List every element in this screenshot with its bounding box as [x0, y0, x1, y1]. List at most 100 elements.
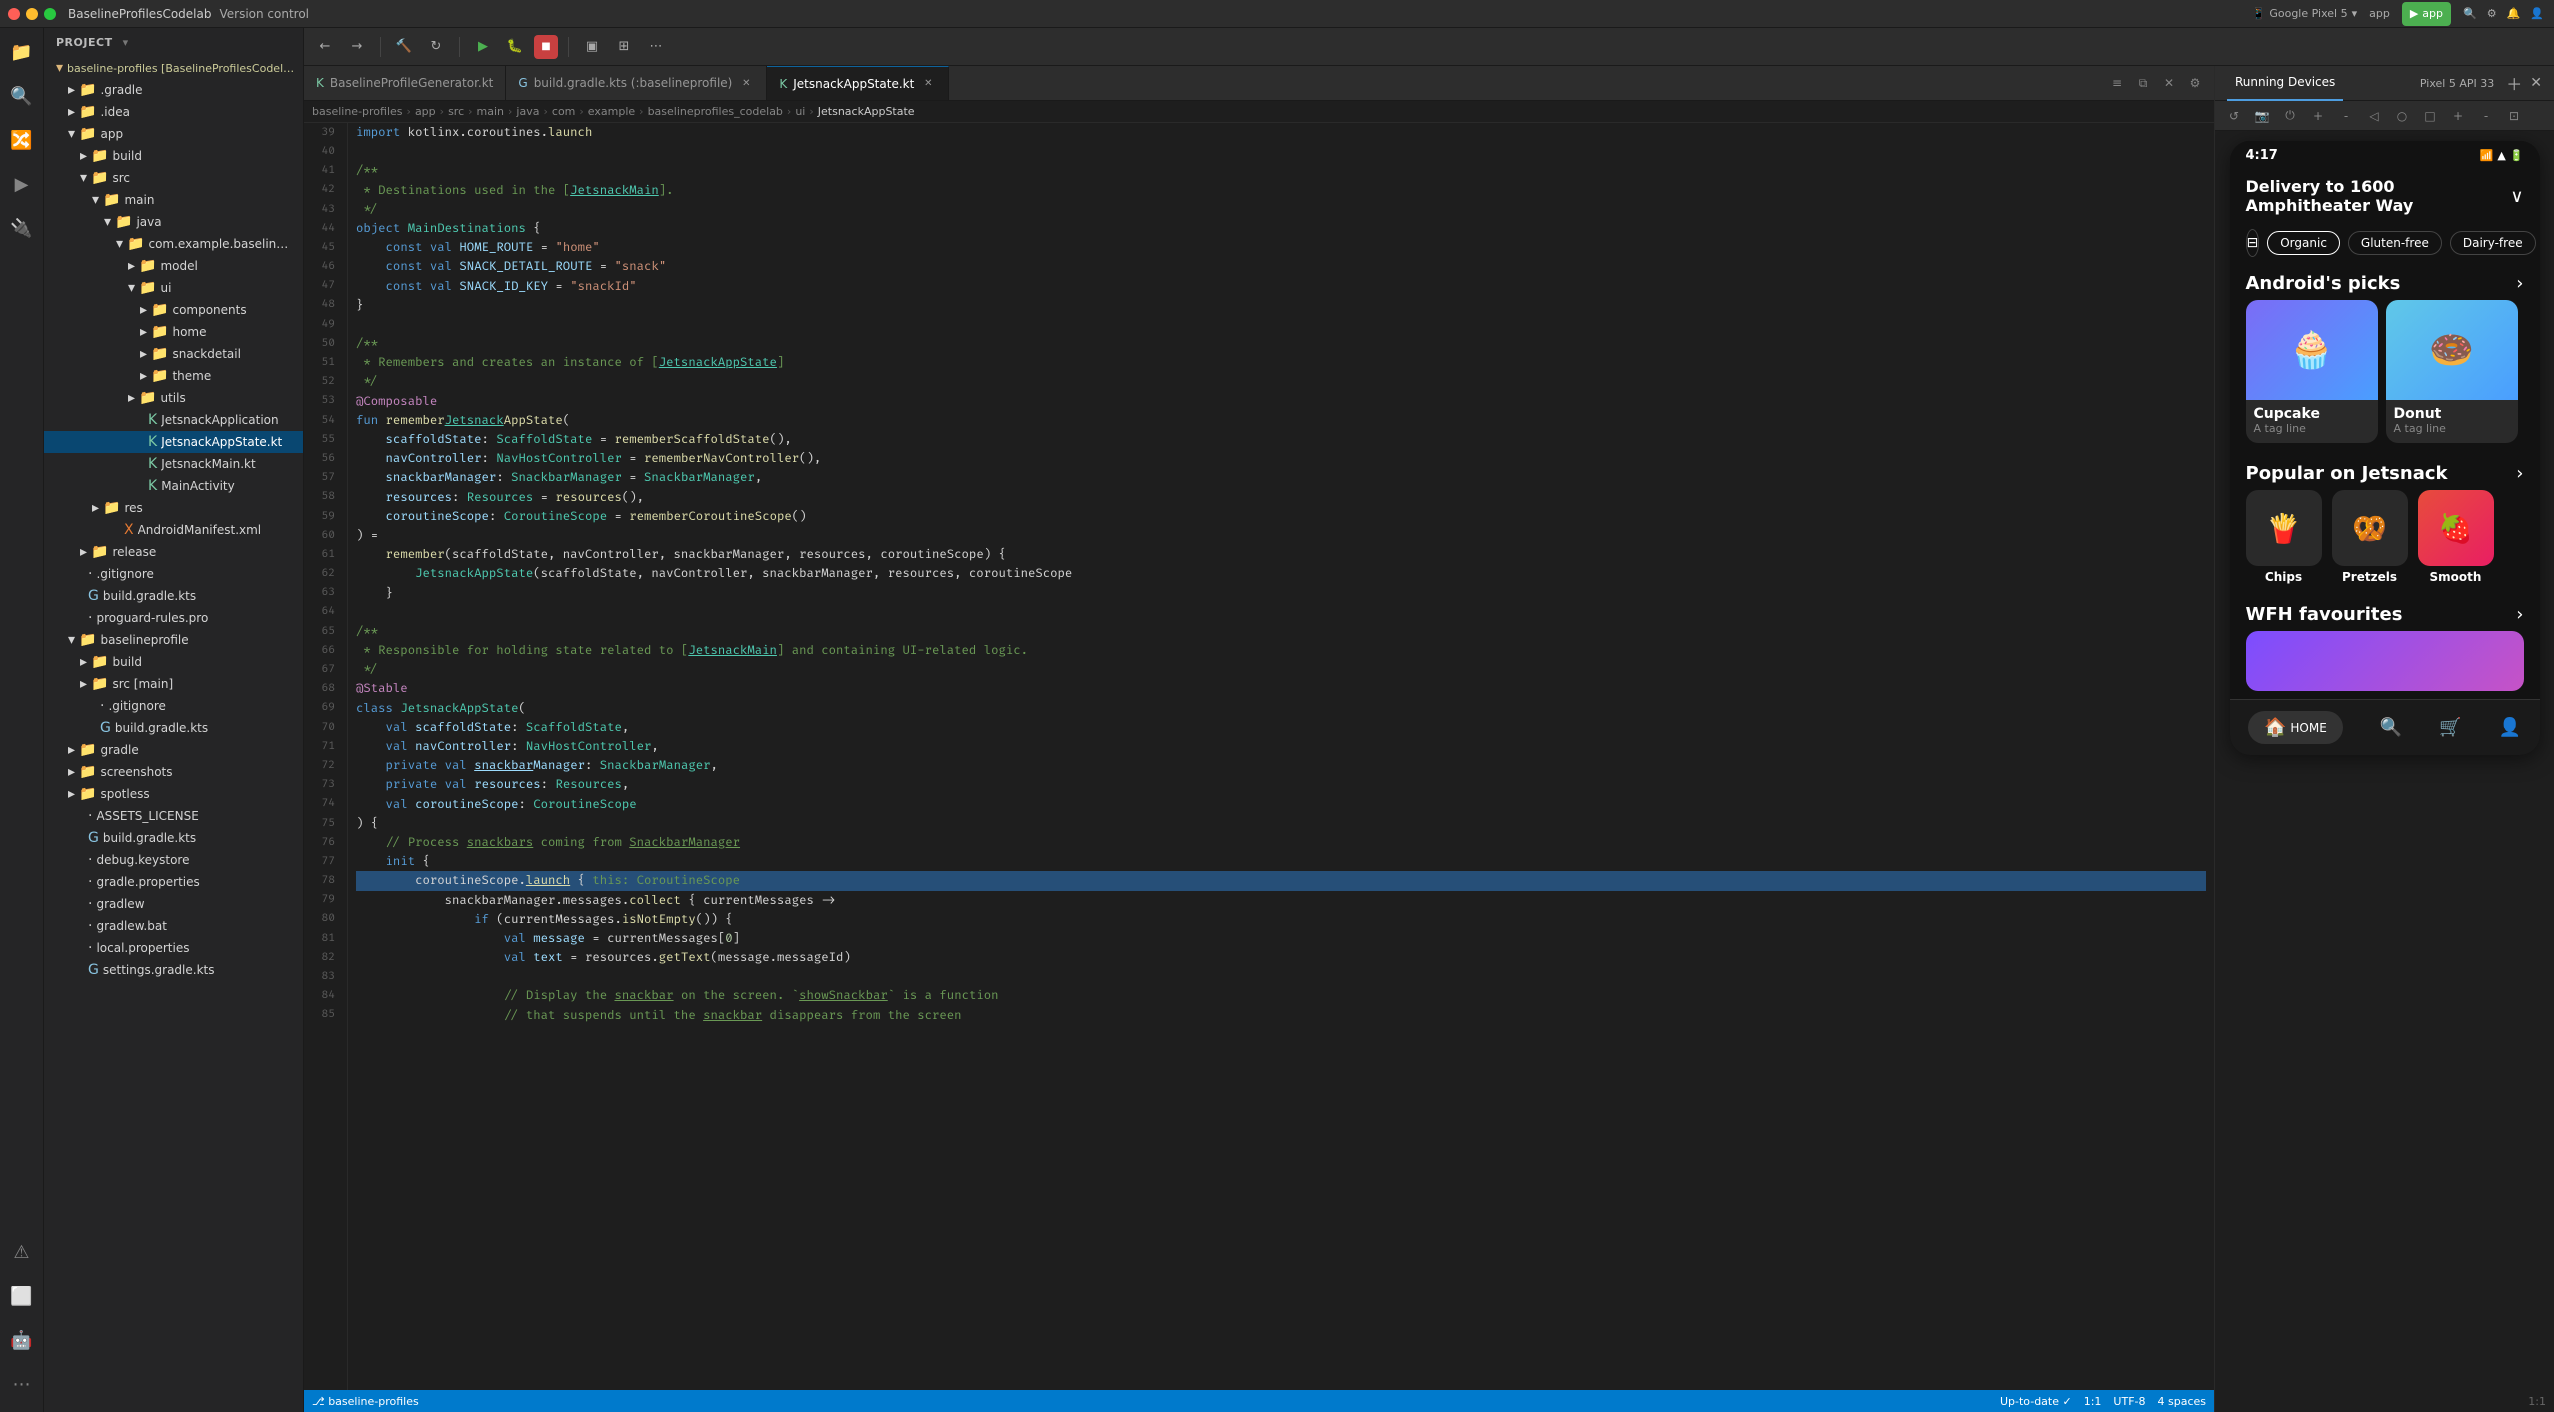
- explorer-icon[interactable]: 📁: [2, 32, 42, 72]
- tree-item-bp-gradle[interactable]: G build.gradle.kts: [44, 717, 303, 739]
- rd-back-btn[interactable]: ◁: [2363, 105, 2385, 127]
- layout-split2-icon[interactable]: ⊞: [611, 34, 637, 60]
- filter-chip-dairyfree[interactable]: Dairy-free: [2450, 231, 2536, 255]
- tree-item-idea[interactable]: ▸ 📁 .idea: [44, 101, 303, 123]
- tree-item-local-props[interactable]: · local.properties: [44, 937, 303, 959]
- rd-volume-down-btn[interactable]: -: [2335, 105, 2357, 127]
- close-button[interactable]: [8, 8, 20, 20]
- popular-item-chips[interactable]: 🍟 Chips: [2246, 490, 2322, 584]
- tree-item-gradlew[interactable]: · gradlew: [44, 893, 303, 915]
- nav-search[interactable]: 🔍: [2380, 717, 2402, 738]
- rd-power-btn[interactable]: ⏻: [2279, 105, 2301, 127]
- rd-device-selector[interactable]: Pixel 5 API 33 ＋ ✕: [2420, 71, 2542, 95]
- rd-rotate-btn[interactable]: ↺: [2223, 105, 2245, 127]
- tab-close-gradle[interactable]: ✕: [738, 75, 754, 91]
- android-icon[interactable]: 🤖: [2, 1320, 42, 1360]
- tree-item-app[interactable]: ▾ 📁 app: [44, 123, 303, 145]
- tree-item-jetsnackappstate[interactable]: K JetsnackAppState.kt: [44, 431, 303, 453]
- tree-item-mainactivity[interactable]: K MainActivity: [44, 475, 303, 497]
- tree-item-jetsnackapplication[interactable]: K JetsnackApplication: [44, 409, 303, 431]
- tree-item-androidmanifest[interactable]: X AndroidManifest.xml: [44, 519, 303, 541]
- project-dropdown-icon[interactable]: ▾: [123, 36, 129, 49]
- rd-zoom-in-btn[interactable]: +: [2447, 105, 2469, 127]
- rd-tab-running[interactable]: Running Devices: [2227, 66, 2343, 101]
- tree-item-bp-src[interactable]: ▸ 📁 src [main]: [44, 673, 303, 695]
- tree-item-java[interactable]: ▾ 📁 java: [44, 211, 303, 233]
- popular-arrow-icon[interactable]: ›: [2516, 463, 2523, 484]
- tree-item-screenshots[interactable]: ▸ 📁 screenshots: [44, 761, 303, 783]
- tree-item-ui[interactable]: ▾ 📁 ui: [44, 277, 303, 299]
- tree-item-proguard[interactable]: · proguard-rules.pro: [44, 607, 303, 629]
- tree-item-release[interactable]: ▸ 📁 release: [44, 541, 303, 563]
- featured-card-donut[interactable]: 🍩 Donut A tag line: [2386, 300, 2518, 443]
- tree-item-buildgradle[interactable]: G build.gradle.kts: [44, 585, 303, 607]
- tree-item-bp-gitignore[interactable]: · .gitignore: [44, 695, 303, 717]
- tree-item-gradle-props[interactable]: · gradle.properties: [44, 871, 303, 893]
- tree-item-root[interactable]: ▾ baseline-profiles [BaselineProfilesCod…: [44, 57, 303, 79]
- filter-chip-glutenfree[interactable]: Gluten-free: [2348, 231, 2442, 255]
- maximize-button[interactable]: [44, 8, 56, 20]
- delivery-chevron-icon[interactable]: ∨: [2510, 186, 2523, 207]
- back-button[interactable]: ←: [312, 34, 338, 60]
- tree-item-model[interactable]: ▸ 📁 model: [44, 255, 303, 277]
- tree-item-src[interactable]: ▾ 📁 src: [44, 167, 303, 189]
- featured-card-cupcake[interactable]: 🧁 Cupcake A tag line: [2246, 300, 2378, 443]
- tree-item-theme[interactable]: ▸ 📁 theme: [44, 365, 303, 387]
- avatar-icon[interactable]: 👤: [2530, 7, 2544, 20]
- split-editor-button[interactable]: ⧉: [2132, 72, 2154, 94]
- filter-chip-organic[interactable]: Organic: [2267, 231, 2340, 255]
- tree-item-settings-gradle[interactable]: G settings.gradle.kts: [44, 959, 303, 981]
- wfh-arrow-icon[interactable]: ›: [2516, 604, 2523, 625]
- terminal-icon[interactable]: ⬜: [2, 1276, 42, 1316]
- settings-tab-button[interactable]: ⚙: [2184, 72, 2206, 94]
- rd-volume-up-btn[interactable]: +: [2307, 105, 2329, 127]
- search-everywhere-icon[interactable]: 🔍: [2463, 7, 2477, 20]
- tree-item-utils[interactable]: ▸ 📁 utils: [44, 387, 303, 409]
- close-tabs-button[interactable]: ✕: [2158, 72, 2180, 94]
- minimize-button[interactable]: [26, 8, 38, 20]
- tree-item-gradle-hidden[interactable]: ▸ 📁 .gradle: [44, 79, 303, 101]
- run-button2[interactable]: ▶: [470, 34, 496, 60]
- tree-item-package[interactable]: ▾ 📁 com.example.baselineprofiles_codel: [44, 233, 303, 255]
- tab-list-button[interactable]: ≡: [2106, 72, 2128, 94]
- tab-close-appstate[interactable]: ✕: [920, 76, 936, 92]
- run-debug-icon[interactable]: ▶: [2, 164, 42, 204]
- run-button[interactable]: ▶ app: [2402, 2, 2451, 26]
- code-editor[interactable]: 39 40 41 42 43 44 45 46 47 48 49 50 51 5…: [304, 123, 2214, 1390]
- close-rd-icon[interactable]: ✕: [2530, 75, 2542, 91]
- popular-item-smooth[interactable]: 🍓 Smooth: [2418, 490, 2494, 584]
- notifications-icon[interactable]: 🔔: [2507, 7, 2521, 20]
- androids-picks-arrow-icon[interactable]: ›: [2516, 273, 2523, 294]
- settings-icon[interactable]: ⚙: [2487, 7, 2497, 20]
- tree-item-components[interactable]: ▸ 📁 components: [44, 299, 303, 321]
- stop-button[interactable]: ■: [534, 35, 558, 59]
- tab-jetsnackappstate[interactable]: K JetsnackAppState.kt ✕: [767, 66, 949, 101]
- popular-item-pretzels[interactable]: 🥨 Pretzels: [2332, 490, 2408, 584]
- wfh-card[interactable]: [2246, 631, 2524, 691]
- nav-cart[interactable]: 🛒: [2439, 717, 2461, 738]
- rd-zoom-out-btn[interactable]: -: [2475, 105, 2497, 127]
- layout-split-icon[interactable]: ▣: [579, 34, 605, 60]
- tree-item-gradle[interactable]: ▸ 📁 gradle: [44, 739, 303, 761]
- build-button[interactable]: 🔨: [391, 34, 417, 60]
- tree-item-build[interactable]: ▸ 📁 build: [44, 145, 303, 167]
- tree-item-gitignore[interactable]: · .gitignore: [44, 563, 303, 585]
- tab-buildgradle[interactable]: G build.gradle.kts (:baselineprofile) ✕: [506, 66, 767, 101]
- tree-item-gradlew-bat[interactable]: · gradlew.bat: [44, 915, 303, 937]
- vcs-label[interactable]: Version control: [219, 7, 309, 21]
- tree-item-res[interactable]: ▸ 📁 res: [44, 497, 303, 519]
- forward-button[interactable]: →: [344, 34, 370, 60]
- tree-item-root-gradle[interactable]: G build.gradle.kts: [44, 827, 303, 849]
- tree-item-assets-license[interactable]: · ASSETS_LICENSE: [44, 805, 303, 827]
- more-icon[interactable]: ⋯: [2, 1364, 42, 1404]
- tree-item-home[interactable]: ▸ 📁 home: [44, 321, 303, 343]
- rd-cast-btn[interactable]: ⊡: [2503, 105, 2525, 127]
- tree-item-main[interactable]: ▾ 📁 main: [44, 189, 303, 211]
- tree-item-bp-build[interactable]: ▸ 📁 build: [44, 651, 303, 673]
- sync-button[interactable]: ↻: [423, 34, 449, 60]
- rd-overview-btn[interactable]: □: [2419, 105, 2441, 127]
- rd-screenshot-btn[interactable]: 📷: [2251, 105, 2273, 127]
- rd-home-btn[interactable]: ○: [2391, 105, 2413, 127]
- tree-item-snackdetail[interactable]: ▸ 📁 snackdetail: [44, 343, 303, 365]
- problems-icon[interactable]: ⚠: [2, 1232, 42, 1272]
